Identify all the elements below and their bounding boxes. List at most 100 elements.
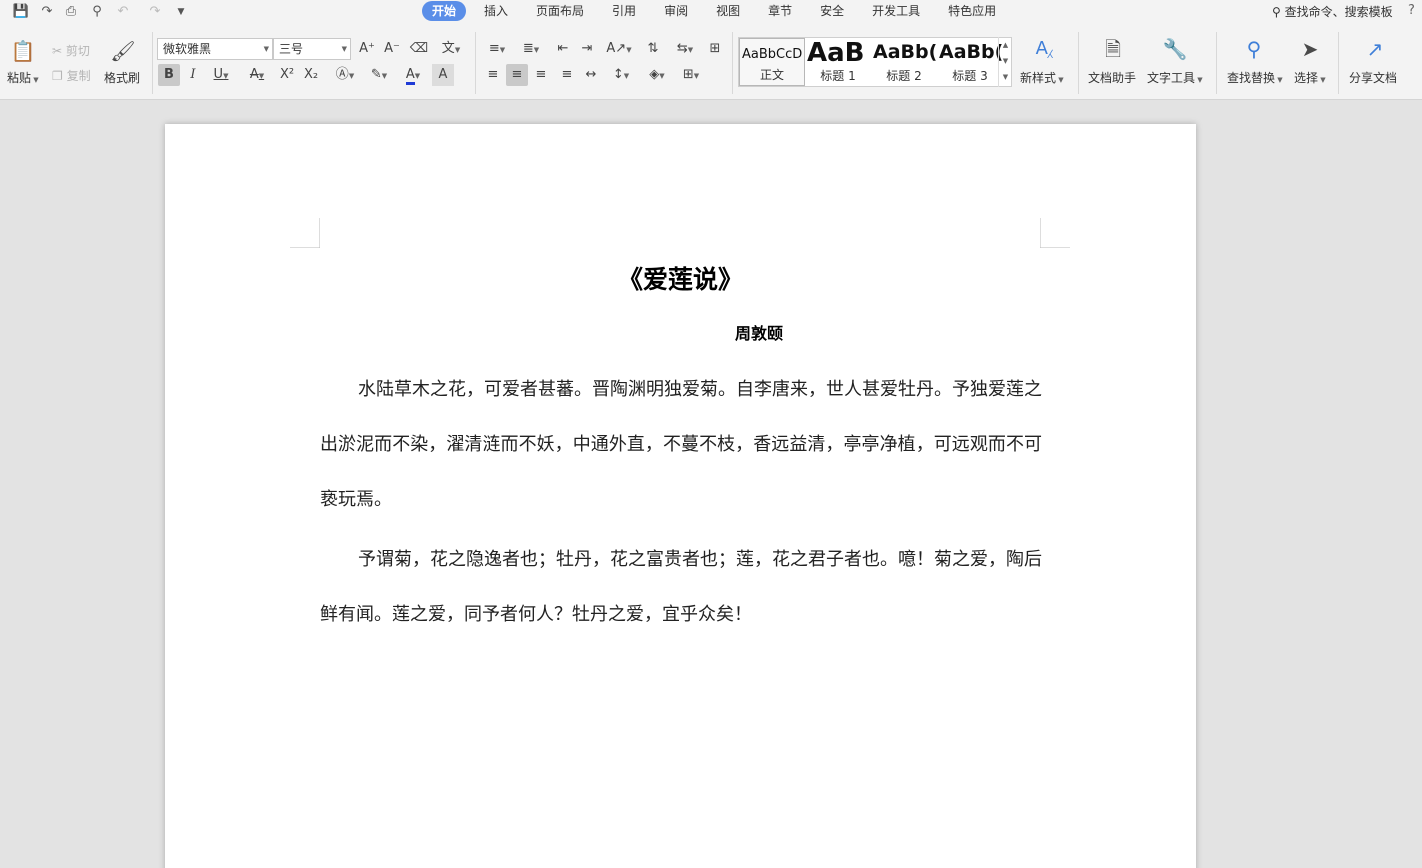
tab-view[interactable]: 视图 <box>706 1 750 21</box>
style-sample: AaBb( <box>939 41 1003 63</box>
ribbon-home: 📋 粘贴 ▼ ✂ 剪切 ❐ 复制 🖌 格式刷 微软雅黑 ▼ 三号 ▼ A⁺ A⁻ ⌫… <box>0 24 1422 100</box>
ribbon-divider <box>1338 32 1339 94</box>
share-doc-button[interactable]: 分享文档 <box>1349 69 1397 86</box>
numbered-list-icon[interactable]: ≣▼ <box>516 38 546 60</box>
scissors-icon: ✂ <box>52 44 63 58</box>
ribbon-tabs: 开始 插入 页面布局 引用 审阅 视图 章节 安全 开发工具 特色应用 <box>422 1 1014 23</box>
tab-review[interactable]: 审阅 <box>654 1 698 21</box>
superscript-icon[interactable]: X² <box>276 64 298 86</box>
align-left-icon[interactable]: ≡ <box>482 64 504 86</box>
bullet-list-icon[interactable]: ≡▼ <box>482 38 512 60</box>
pointer-icon[interactable]: ➤ <box>1297 36 1323 62</box>
line-spacing-icon[interactable]: ↕▼ <box>606 64 636 86</box>
style-gallery: AaBbCcD 正文 AaB 标题 1 AaBb( 标题 2 AaBb( 标题 … <box>738 37 1012 87</box>
text-effect-icon[interactable]: Ⓐ▼ <box>330 64 360 86</box>
text-tools-button[interactable]: 文字工具 ▼ <box>1147 69 1203 86</box>
print-preview-icon[interactable]: ⚲ <box>88 3 106 21</box>
grow-font-icon[interactable]: A⁺ <box>356 38 378 60</box>
increase-indent-icon[interactable]: ⇥ <box>576 38 598 60</box>
char-shading-icon[interactable]: A <box>432 64 454 86</box>
text-direction-icon[interactable]: A↗▼ <box>604 38 634 60</box>
search-icon: ⚲ <box>1272 5 1281 19</box>
cut-button[interactable]: ✂ 剪切 <box>52 42 90 59</box>
style-name: 标题 2 <box>886 69 922 83</box>
wrench-icon[interactable]: 🔧 <box>1162 36 1188 62</box>
search-command-label: 查找命令、搜索模板 <box>1284 5 1393 19</box>
print-icon[interactable]: ⎙ <box>62 3 80 21</box>
customize-icon[interactable]: ▼ <box>172 3 190 21</box>
style-heading-1[interactable]: AaB 标题 1 <box>805 38 871 86</box>
ribbon-divider <box>152 32 153 94</box>
format-painter-icon[interactable]: 🖌 <box>110 38 136 64</box>
export-icon[interactable]: ↷ <box>38 3 56 21</box>
document-page[interactable]: 《爱莲说》 周敦颐 水陆草木之花，可爱者甚蕃。晋陶渊明独爱菊。自李唐来，世人甚爱… <box>165 124 1196 868</box>
font-name-select[interactable]: 微软雅黑 ▼ <box>157 38 273 60</box>
ribbon-divider <box>475 32 476 94</box>
title-bar: 💾 ↷ ⎙ ⚲ ↶ ↷ ▼ 开始 插入 页面布局 引用 审阅 视图 章节 安全 … <box>0 0 1422 24</box>
style-heading-2[interactable]: AaBb( 标题 2 <box>871 38 937 86</box>
justify-icon[interactable]: ≡ <box>556 64 578 86</box>
redo-icon[interactable]: ↷ <box>146 3 164 21</box>
chevron-down-icon: ▼ <box>263 45 269 53</box>
align-right-icon[interactable]: ≡ <box>530 64 552 86</box>
font-size-value: 三号 <box>279 42 304 56</box>
subscript-icon[interactable]: X₂ <box>300 64 322 86</box>
find-replace-button[interactable]: 查找替换 ▼ <box>1227 69 1283 86</box>
align-center-icon[interactable]: ≡ <box>506 64 528 86</box>
tab-developer[interactable]: 开发工具 <box>862 1 930 21</box>
new-style-button[interactable]: 新样式 ▼ <box>1020 69 1064 86</box>
paste-button[interactable]: 粘贴 ▼ <box>7 69 39 86</box>
paste-icon[interactable]: 📋 <box>10 38 36 64</box>
style-name: 标题 1 <box>820 69 856 83</box>
phonetic-guide-icon[interactable]: 文▼ <box>436 38 466 60</box>
style-gallery-scroll[interactable]: ▲ ▼ ▼ <box>998 37 1012 87</box>
borders-icon[interactable]: ⊞▼ <box>676 64 706 86</box>
font-color-icon[interactable]: A▼ <box>398 64 428 86</box>
tab-page-layout[interactable]: 页面布局 <box>526 1 594 21</box>
clear-format-icon[interactable]: ⌫ <box>408 38 430 60</box>
style-heading-3[interactable]: AaBb( 标题 3 <box>937 38 1003 86</box>
shrink-font-icon[interactable]: A⁻ <box>381 38 403 60</box>
document-title[interactable]: 《爱莲说》 <box>165 260 1196 296</box>
find-icon[interactable]: ⚲ <box>1241 36 1267 62</box>
document-author[interactable]: 周敦颐 <box>735 320 783 344</box>
sort-icon[interactable]: ⇅ <box>642 38 664 60</box>
font-name-value: 微软雅黑 <box>163 42 212 56</box>
copy-icon: ❐ <box>52 69 63 83</box>
bold-icon[interactable]: B <box>158 64 180 86</box>
select-button[interactable]: 选择 ▼ <box>1294 69 1326 86</box>
copy-button[interactable]: ❐ 复制 <box>52 67 91 84</box>
format-painter-button[interactable]: 格式刷 <box>104 69 140 86</box>
doc-assistant-icon[interactable]: 🗎 <box>1100 36 1126 62</box>
style-normal[interactable]: AaBbCcD 正文 <box>739 38 805 86</box>
doc-assistant-button[interactable]: 文档助手 <box>1088 69 1136 86</box>
help-icon[interactable]: ? <box>1408 3 1415 18</box>
share-icon[interactable]: ↗ <box>1362 36 1388 62</box>
save-icon[interactable]: 💾 <box>12 3 30 21</box>
document-paragraph[interactable]: 水陆草木之花，可爱者甚蕃。晋陶渊明独爱菊。自李唐来，世人甚爱牡丹。予独爱莲之出淤… <box>320 362 1042 527</box>
font-size-select[interactable]: 三号 ▼ <box>273 38 351 60</box>
tab-special-apps[interactable]: 特色应用 <box>938 1 1006 21</box>
tab-references[interactable]: 引用 <box>602 1 646 21</box>
strikethrough-icon[interactable]: A▼ <box>242 64 272 86</box>
document-paragraph[interactable]: 予谓菊，花之隐逸者也；牡丹，花之富贵者也；莲，花之君子者也。噫！菊之爱，陶后鲜有… <box>320 532 1042 642</box>
shading-icon[interactable]: ◈▼ <box>642 64 672 86</box>
new-style-icon[interactable]: A⁁ <box>1031 36 1057 62</box>
underline-icon[interactable]: U▼ <box>206 64 236 86</box>
tab-home[interactable]: 开始 <box>422 1 467 21</box>
style-name: 标题 3 <box>952 69 988 83</box>
decrease-indent-icon[interactable]: ⇤ <box>552 38 574 60</box>
highlight-icon[interactable]: ✎▼ <box>364 64 394 86</box>
tab-insert[interactable]: 插入 <box>474 1 518 21</box>
table-grid-icon[interactable]: ⊞ <box>704 38 726 60</box>
ribbon-divider <box>1078 32 1079 94</box>
ribbon-divider <box>732 32 733 94</box>
line-break-icon[interactable]: ⇆▼ <box>670 38 700 60</box>
search-command[interactable]: ⚲ 查找命令、搜索模板 <box>1272 3 1393 21</box>
distributed-align-icon[interactable]: ↔ <box>580 64 602 86</box>
style-sample: AaBbCcD <box>742 47 803 62</box>
italic-icon[interactable]: I <box>182 64 204 86</box>
undo-icon[interactable]: ↶ <box>114 3 132 21</box>
tab-security[interactable]: 安全 <box>810 1 854 21</box>
tab-chapter[interactable]: 章节 <box>758 1 802 21</box>
